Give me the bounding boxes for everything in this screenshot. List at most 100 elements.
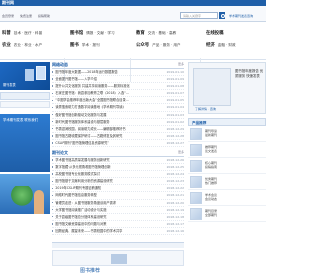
product-thumbnail <box>190 128 202 140</box>
item-title[interactable]: 新时代图书馆服务体系建设与基层服务 <box>55 120 109 124</box>
item-date: 2018-12-20 <box>165 199 184 206</box>
bullet-icon <box>52 173 54 175</box>
help-link[interactable]: 投稿帮助 <box>38 14 50 18</box>
item-title[interactable]: 做好图书馆创新驱动文化服务与发展 <box>55 113 106 117</box>
product-desc: 最新期刊 <box>205 133 218 138</box>
item-title[interactable]: 管理员走进：从图书馆服务角度谈用户需求 <box>55 201 116 205</box>
header-right-link[interactable]: 学术期刊发表咨询 <box>229 14 253 18</box>
product-item[interactable]: 核心期刊 投稿指南 <box>188 158 266 174</box>
list-item[interactable]: 图书馆基于文献利用分析的资源建设研究 2018-12-23 <box>52 178 184 186</box>
list-item[interactable]: 学术图书馆高质量发展与服务创新研究 2018-12-26 <box>52 157 184 165</box>
nav-agri[interactable]: 农业 农业 · 林业 · 水产 <box>2 42 42 48</box>
list-item[interactable]: 数字馆藏·从多元视角看图书馆管理创新 2018-12-25 <box>52 164 184 172</box>
nav-wechat[interactable]: 公众号 产品 · 服务 · 用户 <box>136 42 181 48</box>
item-date: 2018-12-21 <box>165 192 184 199</box>
item-title[interactable]: 回顾经典、展望未来——书香校园中的学术共享 <box>55 229 122 233</box>
left-tab[interactable] <box>0 101 50 108</box>
section-title: 期刊论文 <box>52 150 68 155</box>
section-header: 期刊论文 更多 <box>52 150 184 157</box>
list-item[interactable]: 读秀搜索助力打造数字阅读基地《学术期刊导读》 2019-01-04 <box>52 104 184 112</box>
item-title[interactable]: CSLIP期刊“图书馆管理信息资源研究” <box>55 141 109 145</box>
more-link[interactable]: 更多 <box>178 62 184 66</box>
product-item[interactable]: 优秀期刊 热门推荐 <box>188 174 266 190</box>
list-item[interactable]: 大学图书馆阅读推广活动设计与实施 2018-12-19 <box>52 206 184 214</box>
item-title[interactable]: 图书馆文献资源建设中的问题与对策 <box>55 222 106 226</box>
product-desc: 全部期刊 <box>205 213 218 218</box>
list-item[interactable]: 做好图书馆创新驱动文化服务与发展 2019-01-03 <box>52 111 184 119</box>
item-title[interactable]: 关于县级图书馆总分馆体系建设研究 <box>55 215 106 219</box>
right-ad[interactable]: 图书馆年度报告 优质服务 快速发表 了解详情 · 咨询 <box>188 62 266 114</box>
ad-link[interactable]: 了解详情 · 咨询 <box>195 107 216 111</box>
list-item[interactable]: “中图学会推荐年度出版大会”全国图书馆联合目录... 2019-01-05 <box>52 97 184 105</box>
bullet-icon <box>52 223 54 225</box>
login-link[interactable]: 会员登录 <box>2 14 14 18</box>
left-photo[interactable] <box>0 174 50 214</box>
list-item[interactable]: 新时代图书馆服务体系建设与基层服务 2019-01-02 <box>52 118 184 126</box>
item-title[interactable]: 大学图书馆阅读推广活动设计与实施 <box>55 208 106 212</box>
product-item[interactable]: 期刊目录 全部期刊 <box>188 206 266 222</box>
right-column: 图书馆年度报告 优质服务 快速发表 了解详情 · 咨询 产品推荐 期刊导读 最新期… <box>188 62 266 222</box>
item-title[interactable]: 书香滋润校园，阅读助力成长——编辑部推荐好书 <box>55 127 125 131</box>
item-title[interactable]: 图书馆古籍收藏保护研讨——古籍修复及其研究 <box>55 134 122 138</box>
item-title[interactable]: 读秀搜索助力打造数字阅读基地《学术期刊导读》 <box>55 105 125 109</box>
item-title[interactable]: 网络时代图书馆信息服务转型 <box>55 193 96 197</box>
book-image <box>36 66 46 80</box>
item-title[interactable]: 高校图书馆专业化服务模式探讨 <box>55 172 100 176</box>
item-title[interactable]: 2019年CSLIP期刊专题征稿通知 <box>55 186 101 190</box>
register-link[interactable]: 免费注册 <box>20 14 32 18</box>
list-item[interactable]: 全面提升图书馆——入学介绍 2019-01-09 <box>52 76 184 84</box>
nav-sub: 情报 · 文献 · 学习 <box>86 31 115 35</box>
item-title[interactable]: 学术图书馆高质量发展与服务创新研究 <box>55 158 109 162</box>
list-item[interactable]: 高校图书馆专业化服务模式探讨 2018-12-24 <box>52 171 184 179</box>
item-title[interactable]: 图书馆基于文献利用分析的资源建设研究 <box>55 179 112 183</box>
nav-title: 科普 <box>2 31 11 36</box>
ad-text: 图书馆年度报告 优质服务 快速发表 <box>235 69 264 78</box>
left-promo[interactable]: 学术期刊发表 联系我们 <box>0 114 50 172</box>
product-text: 推荐期刊 论文发表 <box>205 145 217 154</box>
product-item[interactable]: 学术会议 会议动态 <box>188 190 266 206</box>
nav-books[interactable]: 图书 学术 · 报刊 <box>70 42 100 48</box>
list-item[interactable]: 网络时代图书馆信息服务转型 2018-12-21 <box>52 192 184 200</box>
item-title[interactable]: “中图学会推荐年度出版大会”全国图书馆联合目录... <box>55 98 128 102</box>
nav-submit[interactable]: 在线投稿 <box>206 30 227 36</box>
list-item[interactable]: 书香滋润校园，阅读助力成长——编辑部推荐好书 2018-12-29 <box>52 125 184 133</box>
search-input[interactable]: 请输入关键字 <box>180 12 218 19</box>
list-item[interactable]: CSLIP期刊“图书馆管理信息资源研究” 2018-12-27 <box>52 139 184 148</box>
item-title[interactable]: 数字馆藏·从多元视角看图书馆管理创新 <box>55 165 110 169</box>
item-date: 2018-12-16 <box>165 227 184 235</box>
product-item[interactable]: 推荐期刊 论文发表 <box>188 142 266 158</box>
bullet-icon <box>52 142 54 144</box>
list-item[interactable]: 管理员走进：从图书馆服务角度谈用户需求 2018-12-20 <box>52 199 184 207</box>
list-item[interactable]: 图书馆年度大数据——2018年运行数据报告 2019-01-10 <box>52 69 184 77</box>
product-text: 期刊导读 最新期刊 <box>205 129 217 138</box>
list-item[interactable]: 回顾经典、展望未来——书香校园中的学术共享 2018-12-16 <box>52 227 184 236</box>
item-date: 2019-01-03 <box>165 111 184 118</box>
search-icon[interactable] <box>219 12 225 19</box>
header-links: 会员登录 免费注册 投稿帮助 <box>2 14 55 18</box>
left-banner[interactable]: 期刊发表 <box>0 62 50 90</box>
list-item[interactable]: 图书馆古籍收藏保护研讨——古籍修复及其研究 2018-12-28 <box>52 132 184 140</box>
item-date: 2018-12-29 <box>165 125 184 132</box>
bottom-banner[interactable] <box>52 250 184 266</box>
nav-econ[interactable]: 经济 金融 · 财政 <box>206 42 236 48</box>
nav-edu[interactable]: 教育 交流 · 基础 · 高教 <box>136 30 176 36</box>
nav-sub: 产品 · 服务 · 用户 <box>152 43 181 47</box>
nav-science[interactable]: 科普 技术 · 医疗 · 科普 <box>2 30 42 36</box>
product-item[interactable]: 期刊导读 最新期刊 <box>188 126 266 142</box>
item-title[interactable]: 全面提升图书馆——入学介绍 <box>55 77 96 81</box>
list-item[interactable]: 图书馆文献资源建设中的问题与对策 2018-12-17 <box>52 220 184 228</box>
list-item[interactable]: 关于县级图书馆总分馆体系建设研究 2018-12-18 <box>52 213 184 221</box>
item-title[interactable]: 石家庄图书馆：我县参加教育之联（2018）入选“... <box>55 91 128 95</box>
list-item[interactable]: 2019年CSLIP期刊专题征稿通知 2018-12-22 <box>52 185 184 193</box>
item-title[interactable]: 图书馆年度大数据——2018年运行数据报告 <box>55 70 117 74</box>
product-desc: 会议动态 <box>205 197 218 202</box>
nav-library[interactable]: 图书馆 情报 · 文献 · 学习 <box>70 30 115 36</box>
left-tab[interactable] <box>0 92 50 100</box>
item-title[interactable]: 提升公共文化服务 共建共享阅读服务——服务标准化 <box>55 84 129 88</box>
list-item[interactable]: 提升公共文化服务 共建共享阅读服务——服务标准化 2019-01-08 <box>52 83 184 91</box>
nav-title: 在线投稿 <box>206 31 224 36</box>
more-link[interactable]: 更多 <box>178 150 184 154</box>
product-thumbnail <box>190 192 202 204</box>
list-item[interactable]: 石家庄图书馆：我县参加教育之联（2018）入选“... 2019-01-07 <box>52 90 184 98</box>
section-header: 网络动态 更多 <box>52 62 184 69</box>
